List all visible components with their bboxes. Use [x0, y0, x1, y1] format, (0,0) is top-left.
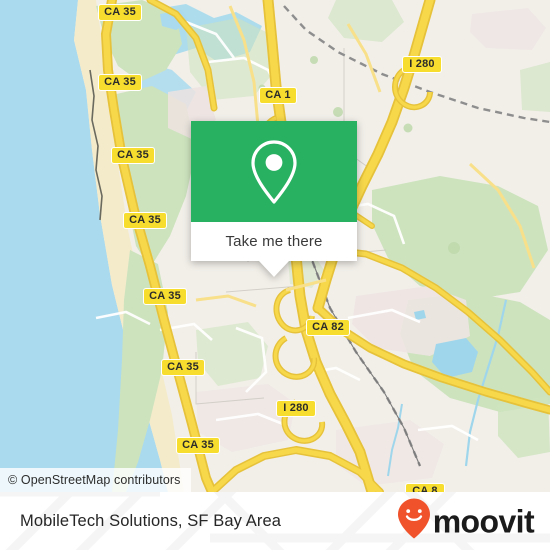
attribution-text: © OpenStreetMap contributors: [8, 473, 181, 487]
popup-header: [191, 121, 357, 222]
map-pin-icon: [248, 139, 300, 205]
moovit-pin-smiley-icon: [397, 498, 431, 545]
page-footer: MobileTech Solutions, SF Bay Area moovit: [0, 492, 550, 550]
take-me-there-button[interactable]: Take me there: [191, 222, 357, 261]
popup-pointer: [259, 261, 289, 277]
moovit-wordmark: moovit: [432, 503, 535, 539]
moovit-logo[interactable]: moovit: [397, 498, 535, 545]
map-attribution[interactable]: © OpenStreetMap contributors: [0, 468, 191, 492]
location-popup-card[interactable]: Take me there: [191, 121, 357, 277]
moovit-map-page: CA 35 CA 35 CA 1I 280 CA 35 CA 35 CA 35 CA 82 C…: [0, 0, 550, 550]
place-title: MobileTech Solutions, SF Bay Area: [20, 511, 282, 530]
take-me-there-label: Take me there: [225, 233, 323, 250]
